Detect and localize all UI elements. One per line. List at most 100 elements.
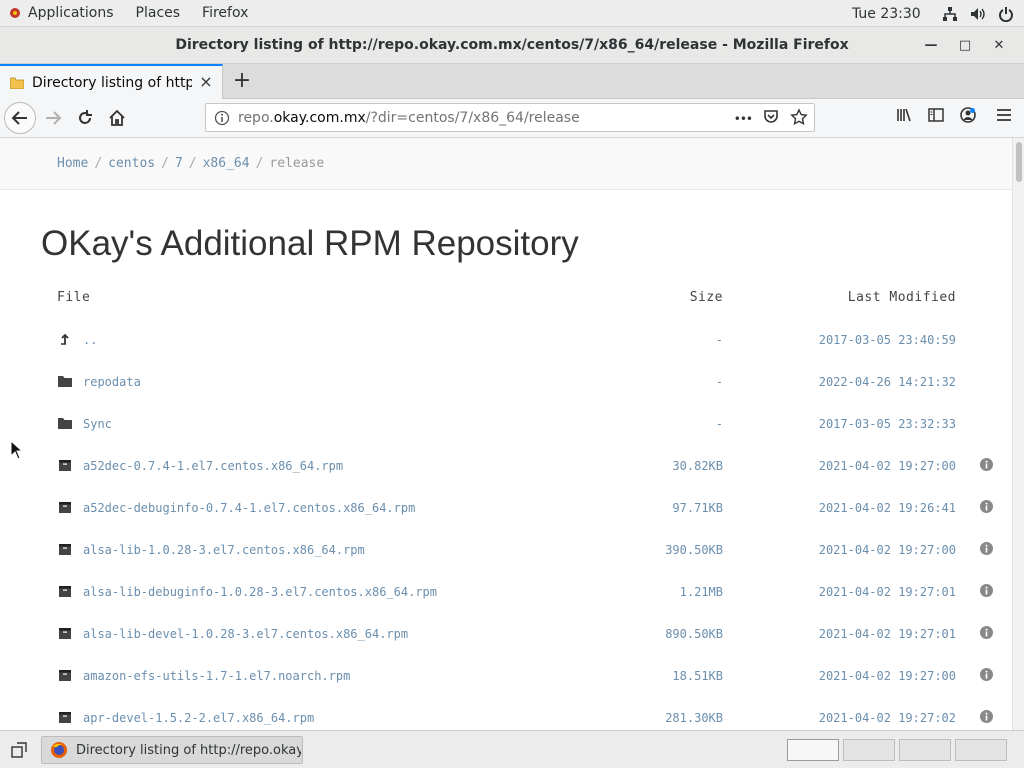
clock[interactable]: Tue 23:30	[852, 0, 921, 27]
table-row[interactable]: alsa-lib-devel-1.0.28-3.el7.centos.x86_6…	[0, 624, 1012, 666]
account-icon[interactable]	[952, 106, 984, 124]
file-name-link[interactable]: apr-devel-1.5.2-2.el7.x86_64.rpm	[83, 711, 314, 725]
site-info-icon[interactable]	[214, 110, 230, 126]
file-modified-date: 2021-04-02 19:27:00	[818, 669, 956, 683]
folder-icon	[57, 374, 73, 388]
table-row[interactable]: amazon-efs-utils-1.7-1.el7.noarch.rpm 18.…	[0, 666, 1012, 708]
column-header-size[interactable]: Size	[690, 290, 723, 310]
page-title: OKay's Additional RPM Repository	[41, 224, 579, 263]
table-row[interactable]: apr-devel-1.5.2-2.el7.x86_64.rpm 281.30KB…	[0, 708, 1012, 730]
file-name-link[interactable]: a52dec-0.7.4-1.el7.centos.x86_64.rpm	[83, 459, 343, 473]
minimize-button[interactable]: —	[914, 27, 948, 64]
sidebar-icon[interactable]	[920, 106, 952, 124]
workspace-switcher	[787, 739, 1011, 761]
file-name-link[interactable]: Sync	[83, 417, 112, 431]
workspace-2[interactable]	[843, 739, 895, 761]
page-actions-icon[interactable]: •••	[734, 112, 753, 126]
file-name-link[interactable]: alsa-lib-debuginfo-1.0.28-3.el7.centos.x…	[83, 585, 437, 599]
hamburger-menu-icon[interactable]	[984, 106, 1024, 124]
file-name-link[interactable]: amazon-efs-utils-1.7-1.el7.noarch.rpm	[83, 669, 350, 683]
file-icon	[57, 668, 73, 682]
firefox-icon	[50, 741, 68, 759]
table-row[interactable]: Sync - 2017-03-05 23:32:33	[0, 414, 1012, 456]
vertical-scrollbar[interactable]	[1012, 138, 1024, 730]
file-modified-date: 2017-03-05 23:32:33	[818, 417, 956, 431]
bookmark-star-icon[interactable]	[790, 108, 808, 130]
network-icon[interactable]	[942, 6, 958, 22]
file-info-icon[interactable]	[980, 458, 993, 471]
close-tab-icon[interactable]: ×	[198, 74, 214, 90]
file-info-icon[interactable]	[980, 668, 993, 681]
firefox-menu[interactable]: Firefox	[191, 0, 259, 27]
forward-button[interactable]	[41, 106, 65, 130]
table-row[interactable]: alsa-lib-debuginfo-1.0.28-3.el7.centos.x…	[0, 582, 1012, 624]
workspace-1[interactable]	[787, 739, 839, 761]
file-info-icon[interactable]	[980, 710, 993, 723]
tab-strip: Directory listing of http:// × +	[0, 64, 1024, 99]
column-header-file[interactable]: File	[57, 290, 90, 310]
applications-menu[interactable]: Applications	[24, 0, 125, 27]
breadcrumb-x86-64[interactable]: x86_64	[203, 156, 250, 171]
folder-icon	[9, 77, 25, 89]
table-row[interactable]: alsa-lib-1.0.28-3.el7.centos.x86_64.rpm 3…	[0, 540, 1012, 582]
file-info-icon[interactable]	[980, 626, 993, 639]
volume-icon[interactable]	[970, 6, 986, 22]
pocket-icon[interactable]	[762, 108, 780, 130]
taskbar-firefox-window[interactable]: Directory listing of http://repo.okay...…	[41, 736, 303, 764]
column-header-modified[interactable]: Last Modified	[848, 290, 956, 310]
file-icon	[57, 584, 73, 598]
file-modified-date: 2021-04-02 19:27:02	[818, 711, 956, 725]
breadcrumb-home[interactable]: Home	[57, 156, 88, 171]
file-icon	[57, 710, 73, 724]
file-icon	[57, 458, 73, 472]
file-name-link[interactable]: alsa-lib-1.0.28-3.el7.centos.x86_64.rpm	[83, 543, 365, 557]
file-size: 390.50KB	[665, 543, 723, 557]
breadcrumb-current: release	[269, 156, 325, 171]
file-size: -	[715, 417, 723, 431]
scrollbar-thumb[interactable]	[1016, 142, 1022, 182]
power-icon[interactable]	[998, 6, 1014, 22]
file-name-link[interactable]: a52dec-debuginfo-0.7.4-1.el7.centos.x86_…	[83, 501, 415, 515]
file-info-icon[interactable]	[980, 584, 993, 597]
file-icon	[57, 500, 73, 514]
file-icon	[57, 626, 73, 640]
file-name-link[interactable]: alsa-lib-devel-1.0.28-3.el7.centos.x86_6…	[83, 627, 408, 641]
url-text[interactable]: repo.okay.com.mx/?dir=centos/7/x86_64/re…	[238, 110, 580, 126]
places-menu[interactable]: Places	[125, 0, 192, 27]
back-button[interactable]	[4, 102, 36, 134]
workspace-4[interactable]	[955, 739, 1007, 761]
table-row[interactable]: a52dec-0.7.4-1.el7.centos.x86_64.rpm 30.8…	[0, 456, 1012, 498]
table-row[interactable]: .. - 2017-03-05 23:40:59	[0, 330, 1012, 372]
table-row[interactable]: repodata - 2022-04-26 14:21:32	[0, 372, 1012, 414]
library-icon[interactable]	[888, 106, 920, 124]
show-desktop-icon[interactable]	[8, 739, 30, 761]
file-size: 97.71KB	[672, 501, 723, 515]
file-size: -	[715, 333, 723, 347]
window-titlebar: Directory listing of http://repo.okay.co…	[0, 27, 1024, 64]
gnome-top-bar: Applications Places Firefox Tue 23:30	[0, 0, 1024, 27]
file-modified-date: 2021-04-02 19:27:01	[818, 585, 956, 599]
breadcrumb-centos[interactable]: centos	[108, 156, 155, 171]
file-info-icon[interactable]	[980, 500, 993, 513]
breadcrumb-7[interactable]: 7	[175, 156, 183, 171]
home-button[interactable]	[105, 106, 129, 130]
file-size: 281.30KB	[665, 711, 723, 725]
maximize-button[interactable]: □	[948, 27, 982, 64]
file-modified-date: 2021-04-02 19:26:41	[818, 501, 956, 515]
file-name-link[interactable]: ..	[83, 333, 97, 347]
workspace-3[interactable]	[899, 739, 951, 761]
file-name-link[interactable]: repodata	[83, 375, 141, 389]
tab-directory-listing[interactable]: Directory listing of http:// ×	[0, 64, 223, 99]
url-bar[interactable]: repo.okay.com.mx/?dir=centos/7/x86_64/re…	[205, 103, 815, 132]
close-window-button[interactable]: ✕	[982, 27, 1016, 64]
file-size: 1.21MB	[679, 585, 723, 599]
table-row[interactable]: a52dec-debuginfo-0.7.4-1.el7.centos.x86_…	[0, 498, 1012, 540]
file-info-icon[interactable]	[980, 542, 993, 555]
parent-dir-icon	[57, 332, 73, 346]
file-modified-date: 2022-04-26 14:21:32	[818, 375, 956, 389]
new-tab-button[interactable]: +	[229, 68, 255, 94]
breadcrumb: Home / centos/7/x86_64/release	[0, 138, 1012, 190]
reload-button[interactable]	[73, 106, 97, 130]
applications-icon	[8, 6, 22, 20]
window-title: Directory listing of http://repo.okay.co…	[175, 37, 849, 53]
